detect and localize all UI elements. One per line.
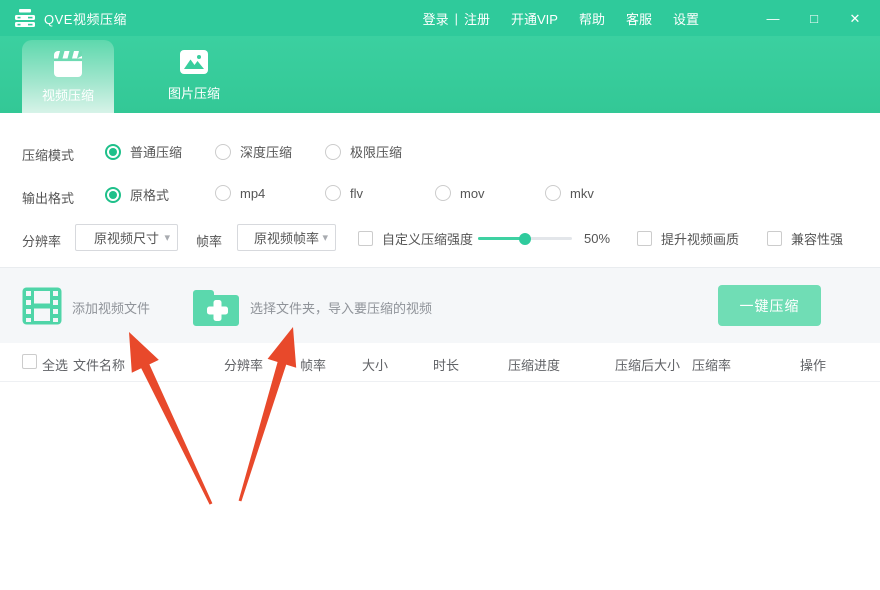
- checkbox-icon: [637, 231, 652, 246]
- app-window: QVE视频压缩 登录 | 注册 开通VIP 帮助 客服 设置 — □ ✕: [0, 0, 880, 590]
- titlebar: QVE视频压缩 登录 | 注册 开通VIP 帮助 客服 设置 — □ ✕: [0, 0, 880, 36]
- slider-fill: [478, 237, 525, 240]
- resolution-value: 原视频尺寸: [94, 228, 159, 247]
- radio-format-mp4[interactable]: mp4: [215, 185, 265, 201]
- tab-video-compress[interactable]: 视频压缩: [22, 40, 114, 113]
- checkbox-icon: [358, 231, 373, 246]
- radio-format-original[interactable]: 原格式: [105, 185, 169, 204]
- action-strip: 添加视频文件 选择文件夹，导入要压缩的视频 一键压缩: [0, 268, 880, 343]
- app-logo-icon: [14, 7, 36, 29]
- tab-image-label: 图片压缩: [168, 83, 220, 102]
- one-click-compress-button[interactable]: 一键压缩: [718, 285, 821, 326]
- minimize-icon[interactable]: —: [766, 11, 780, 25]
- radio-label: mp4: [240, 186, 265, 201]
- maximize-icon[interactable]: □: [807, 11, 821, 25]
- file-table-header: 全选 文件名称 分辨率 帧率 大小 时长 压缩进度 压缩后大小 压缩率 操作: [0, 343, 880, 382]
- select-folder-hint[interactable]: 选择文件夹，导入要压缩的视频: [250, 298, 432, 317]
- quality-checkbox[interactable]: 提升视频画质: [637, 229, 739, 248]
- radio-format-mov[interactable]: mov: [435, 185, 485, 201]
- radio-label: 极限压缩: [350, 142, 402, 161]
- col-operation: 操作: [800, 355, 826, 374]
- col-ratio: 压缩率: [692, 355, 731, 374]
- select-all-checkbox[interactable]: [22, 354, 37, 369]
- select-all-label: 全选: [42, 355, 68, 374]
- radio-off-icon: [215, 185, 231, 201]
- radio-format-mkv[interactable]: mkv: [545, 185, 594, 201]
- login-register-separator: |: [455, 11, 458, 26]
- vip-link[interactable]: 开通VIP: [511, 9, 558, 28]
- custom-strength-checkbox[interactable]: 自定义压缩强度: [358, 229, 473, 248]
- checkbox-label: 兼容性强: [791, 229, 843, 248]
- support-link[interactable]: 客服: [626, 9, 652, 28]
- compress-mode-label: 压缩模式: [22, 145, 74, 164]
- radio-label: flv: [350, 186, 363, 201]
- radio-format-flv[interactable]: flv: [325, 185, 363, 201]
- resolution-label: 分辨率: [22, 231, 61, 250]
- radio-label: mov: [460, 186, 485, 201]
- titlebar-menu: 登录 | 注册 开通VIP 帮助 客服 设置: [402, 9, 699, 28]
- col-duration: 时长: [433, 355, 459, 374]
- settings-link[interactable]: 设置: [673, 9, 699, 28]
- strength-percent: 50%: [584, 231, 610, 246]
- compat-checkbox[interactable]: 兼容性强: [767, 229, 843, 248]
- output-format-label: 输出格式: [22, 188, 74, 207]
- close-icon[interactable]: ✕: [848, 11, 862, 25]
- chevron-down-icon: ▾: [164, 231, 170, 244]
- resolution-select[interactable]: 原视频尺寸 ▾: [75, 224, 178, 251]
- checkbox-icon: [767, 231, 782, 246]
- radio-label: 深度压缩: [240, 142, 292, 161]
- radio-off-icon: [215, 144, 231, 160]
- app-title: QVE视频压缩: [44, 9, 127, 28]
- tab-video-label: 视频压缩: [42, 85, 94, 104]
- main-content: 压缩模式 普通压缩 深度压缩 极限压缩 输出格式 原格式 m: [0, 113, 880, 590]
- checkbox-label: 自定义压缩强度: [382, 229, 473, 248]
- tab-image-compress[interactable]: 图片压缩: [148, 36, 240, 113]
- col-resolution: 分辨率: [224, 355, 263, 374]
- radio-label: 原格式: [130, 185, 169, 204]
- radio-on-icon: [105, 187, 121, 203]
- tabbar: 视频压缩 图片压缩: [0, 36, 880, 113]
- slider-thumb[interactable]: [519, 233, 531, 245]
- advanced-options-row: 分辨率 原视频尺寸 ▾ 帧率 原视频帧率 ▾ 自定义压缩强度 50% 提升视频画…: [0, 224, 880, 254]
- radio-off-icon: [325, 185, 341, 201]
- window-controls: — □ ✕: [739, 11, 862, 25]
- col-filename: 文件名称: [73, 355, 125, 374]
- radio-normal-compress[interactable]: 普通压缩: [105, 142, 182, 161]
- radio-label: mkv: [570, 186, 594, 201]
- radio-extreme-compress[interactable]: 极限压缩: [325, 142, 402, 161]
- col-compressed-size: 压缩后大小: [615, 355, 680, 374]
- compress-mode-row: 压缩模式 普通压缩 深度压缩 极限压缩: [0, 138, 880, 168]
- film-strip-icon[interactable]: [22, 287, 62, 325]
- radio-deep-compress[interactable]: 深度压缩: [215, 142, 292, 161]
- radio-off-icon: [435, 185, 451, 201]
- chevron-down-icon: ▾: [322, 231, 328, 244]
- checkbox-label: 提升视频画质: [661, 229, 739, 248]
- col-progress: 压缩进度: [508, 355, 560, 374]
- radio-off-icon: [325, 144, 341, 160]
- add-video-files-button[interactable]: 添加视频文件: [72, 298, 150, 317]
- framerate-value: 原视频帧率: [254, 228, 319, 247]
- register-link[interactable]: 注册: [464, 9, 490, 28]
- radio-off-icon: [545, 185, 561, 201]
- clapperboard-icon: [53, 50, 83, 78]
- login-link[interactable]: 登录: [423, 9, 449, 28]
- help-link[interactable]: 帮助: [579, 9, 605, 28]
- image-icon: [179, 48, 209, 76]
- add-folder-button[interactable]: [193, 285, 242, 327]
- output-format-row: 输出格式 原格式 mp4 flv mov mkv: [0, 181, 880, 211]
- framerate-select[interactable]: 原视频帧率 ▾: [237, 224, 336, 251]
- strength-slider[interactable]: [478, 237, 572, 240]
- col-framerate: 帧率: [300, 355, 326, 374]
- framerate-label: 帧率: [196, 231, 222, 250]
- radio-label: 普通压缩: [130, 142, 182, 161]
- radio-on-icon: [105, 144, 121, 160]
- col-size: 大小: [362, 355, 388, 374]
